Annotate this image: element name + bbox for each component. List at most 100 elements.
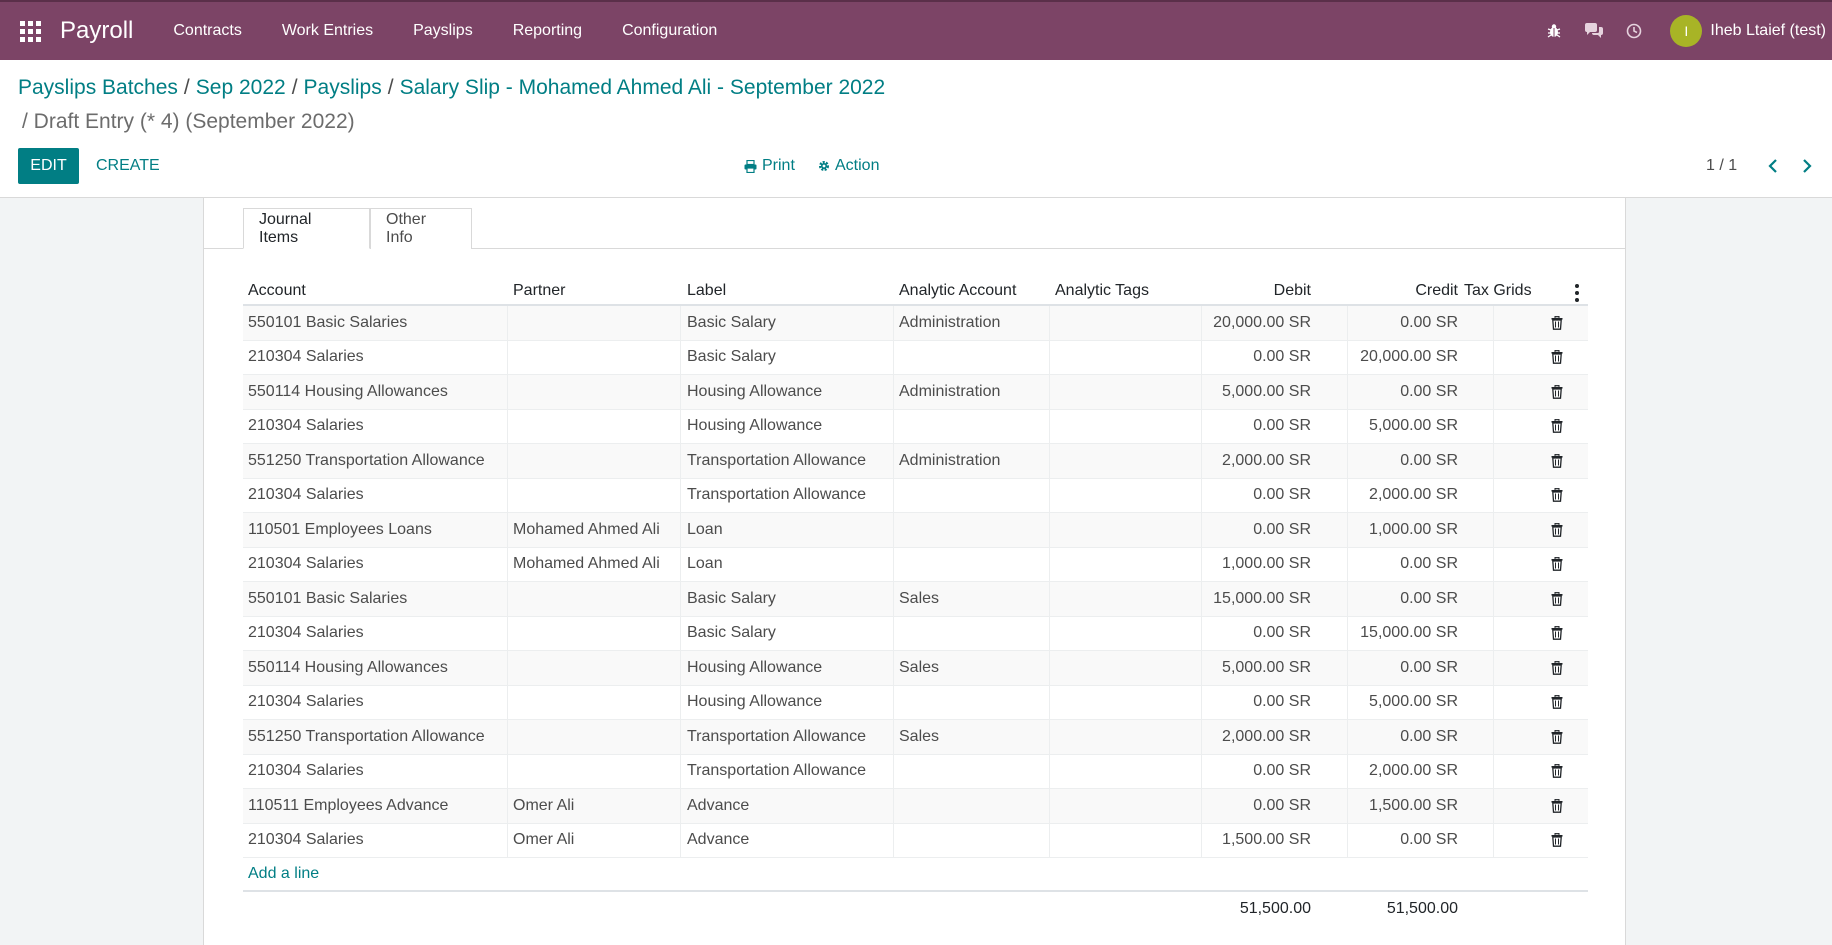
menu-reporting[interactable]: Reporting — [513, 22, 582, 40]
cell-label[interactable]: Transportation Allowance — [687, 486, 866, 504]
cell-analytic-account[interactable]: Administration — [899, 314, 1000, 332]
cell-label[interactable]: Loan — [687, 555, 723, 573]
action-button[interactable]: Action — [818, 148, 879, 184]
cell-credit[interactable]: 0.00 SR — [1400, 314, 1458, 332]
cell-debit[interactable]: 2,000.00 SR — [1222, 728, 1311, 746]
cell-partner[interactable]: Mohamed Ahmed Ali — [513, 555, 660, 573]
cell-credit[interactable]: 1,500.00 SR — [1369, 797, 1458, 815]
delete-row-trash-icon[interactable] — [1549, 591, 1565, 606]
table-row[interactable]: 551250 Transportation Allowance Transport… — [243, 720, 1588, 755]
cell-credit[interactable]: 0.00 SR — [1400, 590, 1458, 608]
header-tax-grids[interactable]: Tax Grids — [1464, 282, 1532, 300]
table-row[interactable]: 550101 Basic Salaries Basic Salary Adminis… — [243, 306, 1588, 341]
cell-credit[interactable]: 0.00 SR — [1400, 728, 1458, 746]
cell-credit[interactable]: 5,000.00 SR — [1369, 693, 1458, 711]
cell-label[interactable]: Transportation Allowance — [687, 452, 866, 470]
cell-analytic-account[interactable]: Administration — [899, 452, 1000, 470]
header-partner[interactable]: Partner — [513, 282, 565, 300]
cell-label[interactable]: Housing Allowance — [687, 383, 822, 401]
cell-debit[interactable]: 2,000.00 SR — [1222, 452, 1311, 470]
cell-account[interactable]: 210304 Salaries — [248, 624, 364, 642]
cell-analytic-account[interactable]: Sales — [899, 590, 939, 608]
delete-row-trash-icon[interactable] — [1549, 350, 1565, 365]
pager-previous-button[interactable] — [1762, 148, 1784, 184]
delete-row-trash-icon[interactable] — [1549, 660, 1565, 675]
pager-value[interactable]: 1 / 1 — [1706, 148, 1737, 184]
print-button[interactable]: Print — [744, 148, 795, 184]
header-analytic-tags[interactable]: Analytic Tags — [1055, 282, 1149, 300]
user-avatar[interactable]: I — [1670, 15, 1703, 47]
cell-label[interactable]: Advance — [687, 831, 749, 849]
cell-debit[interactable]: 0.00 SR — [1253, 486, 1311, 504]
cell-label[interactable]: Basic Salary — [687, 590, 776, 608]
delete-row-trash-icon[interactable] — [1549, 833, 1565, 848]
cell-debit[interactable]: 15,000.00 SR — [1213, 590, 1311, 608]
cell-credit[interactable]: 2,000.00 SR — [1369, 486, 1458, 504]
delete-row-trash-icon[interactable] — [1549, 695, 1565, 710]
header-debit[interactable]: Debit — [1274, 282, 1311, 300]
header-label[interactable]: Label — [687, 282, 726, 300]
header-account[interactable]: Account — [248, 282, 306, 300]
table-row[interactable]: 210304 Salaries Housing Allowance 0.00 SR 5… — [243, 685, 1588, 720]
menu-contracts[interactable]: Contracts — [173, 22, 241, 40]
debug-bug-icon[interactable] — [1534, 23, 1574, 39]
cell-debit[interactable]: 0.00 SR — [1253, 693, 1311, 711]
header-credit[interactable]: Credit — [1415, 282, 1458, 300]
cell-account[interactable]: 210304 Salaries — [248, 486, 364, 504]
tab-other-info[interactable]: Other Info — [370, 208, 472, 249]
table-row[interactable]: 550114 Housing Allowances Housing Allowan… — [243, 651, 1588, 686]
cell-credit[interactable]: 0.00 SR — [1400, 659, 1458, 677]
cell-debit[interactable]: 0.00 SR — [1253, 624, 1311, 642]
edit-button[interactable]: EDIT — [18, 148, 79, 184]
cell-account[interactable]: 210304 Salaries — [248, 762, 364, 780]
cell-debit[interactable]: 0.00 SR — [1253, 417, 1311, 435]
add-line-link[interactable]: Add a line — [243, 858, 1588, 892]
delete-row-trash-icon[interactable] — [1549, 729, 1565, 744]
activity-clock-icon[interactable] — [1614, 23, 1654, 39]
cell-account[interactable]: 210304 Salaries — [248, 555, 364, 573]
cell-partner[interactable]: Omer Ali — [513, 797, 574, 815]
cell-analytic-account[interactable]: Sales — [899, 659, 939, 677]
cell-credit[interactable]: 0.00 SR — [1400, 831, 1458, 849]
delete-row-trash-icon[interactable] — [1549, 626, 1565, 641]
menu-configuration[interactable]: Configuration — [622, 22, 717, 40]
cell-credit[interactable]: 20,000.00 SR — [1360, 348, 1458, 366]
cell-label[interactable]: Basic Salary — [687, 624, 776, 642]
cell-label[interactable]: Basic Salary — [687, 314, 776, 332]
delete-row-trash-icon[interactable] — [1549, 764, 1565, 779]
cell-label[interactable]: Housing Allowance — [687, 417, 822, 435]
cell-credit[interactable]: 5,000.00 SR — [1369, 417, 1458, 435]
delete-row-trash-icon[interactable] — [1549, 453, 1565, 468]
cell-label[interactable]: Transportation Allowance — [687, 762, 866, 780]
cell-partner[interactable]: Mohamed Ahmed Ali — [513, 521, 660, 539]
cell-analytic-account[interactable]: Sales — [899, 728, 939, 746]
optional-columns-icon[interactable] — [1575, 284, 1579, 302]
cell-account[interactable]: 210304 Salaries — [248, 348, 364, 366]
cell-debit[interactable]: 5,000.00 SR — [1222, 383, 1311, 401]
cell-analytic-account[interactable]: Administration — [899, 383, 1000, 401]
cell-debit[interactable]: 0.00 SR — [1253, 348, 1311, 366]
cell-account[interactable]: 551250 Transportation Allowance — [248, 728, 485, 746]
cell-debit[interactable]: 1,000.00 SR — [1222, 555, 1311, 573]
cell-account[interactable]: 210304 Salaries — [248, 693, 364, 711]
create-button[interactable]: CREATE — [96, 148, 160, 184]
delete-row-trash-icon[interactable] — [1549, 798, 1565, 813]
table-row[interactable]: 210304 Salaries Basic Salary 0.00 SR 20,000… — [243, 340, 1588, 375]
cell-label[interactable]: Transportation Allowance — [687, 728, 866, 746]
cell-partner[interactable]: Omer Ali — [513, 831, 574, 849]
table-row[interactable]: 210304 Salaries Transportation Allowance 0… — [243, 478, 1588, 513]
cell-label[interactable]: Loan — [687, 521, 723, 539]
apps-menu-icon[interactable] — [0, 2, 60, 60]
menu-payslips[interactable]: Payslips — [413, 22, 473, 40]
delete-row-trash-icon[interactable] — [1549, 419, 1565, 434]
cell-account[interactable]: 550101 Basic Salaries — [248, 590, 407, 608]
cell-account[interactable]: 210304 Salaries — [248, 831, 364, 849]
table-row[interactable]: 551250 Transportation Allowance Transport… — [243, 444, 1588, 479]
breadcrumb-sep-2022[interactable]: Sep 2022 — [196, 76, 286, 99]
cell-label[interactable]: Advance — [687, 797, 749, 815]
cell-credit[interactable]: 0.00 SR — [1400, 383, 1458, 401]
delete-row-trash-icon[interactable] — [1549, 488, 1565, 503]
breadcrumb-salary-slip[interactable]: Salary Slip - Mohamed Ahmed Ali - Septem… — [400, 76, 886, 99]
cell-account[interactable]: 210304 Salaries — [248, 417, 364, 435]
cell-debit[interactable]: 1,500.00 SR — [1222, 831, 1311, 849]
